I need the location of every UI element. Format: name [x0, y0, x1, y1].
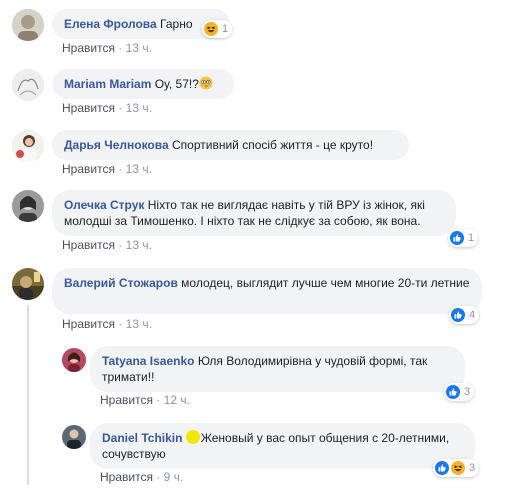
reaction-summary[interactable]: 1	[448, 229, 479, 247]
comment-actions: Нравится · 13 ч.	[62, 101, 152, 115]
reaction-summary[interactable]: 1	[202, 20, 233, 38]
reply-bubble: Tatyana Isaenko Юля Володимирівна у чудо…	[90, 346, 465, 392]
like-icon	[446, 385, 460, 399]
comment-actions: Нравится · 13 ч.	[62, 162, 152, 176]
comment-author[interactable]: Mariam Mariam	[64, 77, 151, 91]
comment-text: Спортивний спосіб життя - це круто!	[172, 138, 374, 152]
like-link[interactable]: Нравится	[100, 393, 153, 407]
comment-bubble: Олечка Струк Ніхто так не виглядає навіт…	[52, 190, 456, 236]
comment-actions: Нравится · 13 ч.	[62, 238, 152, 252]
reaction-count: 1	[222, 23, 229, 35]
comment-bubble: Дарья Челнокова Спортивний спосіб життя …	[52, 130, 409, 160]
flushed-face-icon	[199, 76, 213, 94]
comment-actions: Нравится · 13 ч.	[62, 317, 152, 331]
reply-time[interactable]: 12 ч.	[164, 393, 190, 407]
reaction-count: 1	[468, 232, 475, 244]
reply-time[interactable]: 9 ч.	[164, 470, 184, 484]
avatar[interactable]	[12, 9, 44, 41]
reply-author[interactable]: Daniel Tchikin	[102, 431, 182, 445]
reaction-count: 3	[464, 386, 471, 398]
avatar[interactable]	[12, 69, 44, 101]
avatar[interactable]	[62, 348, 86, 372]
avatar[interactable]	[12, 268, 44, 300]
comment-time[interactable]: 13 ч.	[126, 238, 152, 252]
reply-text-prefix: Ж	[200, 431, 212, 445]
haha-icon	[204, 22, 218, 36]
reaction-count: 3	[469, 462, 476, 474]
like-link[interactable]: Нравится	[100, 470, 153, 484]
like-icon	[435, 461, 449, 475]
reaction-summary[interactable]: 3	[444, 383, 475, 401]
like-link[interactable]: Нравится	[62, 162, 115, 176]
reaction-summary[interactable]: 4	[449, 306, 480, 324]
comment-text: Гарно	[160, 17, 193, 31]
like-link[interactable]: Нравится	[62, 317, 115, 331]
like-icon	[451, 308, 465, 322]
haha-icon	[451, 461, 465, 475]
avatar[interactable]	[12, 130, 44, 162]
comment-bubble: Валерий Стожаров молодец, выглядит лучше…	[52, 268, 482, 314]
reply-thread-line	[27, 305, 29, 485]
reply-bubble: Daniel Tchikin Женовый у вас опыт общени…	[90, 423, 475, 469]
like-icon	[450, 231, 464, 245]
avatar[interactable]	[62, 425, 86, 449]
like-link[interactable]: Нравится	[62, 238, 115, 252]
comment-text: Оу, 57!?	[154, 77, 199, 91]
like-link[interactable]: Нравится	[62, 41, 115, 55]
comment-time[interactable]: 13 ч.	[126, 317, 152, 331]
comment-time[interactable]: 13 ч.	[126, 162, 152, 176]
comment-bubble: Mariam Mariam Оу, 57!?	[52, 69, 234, 99]
avatar[interactable]	[12, 190, 44, 222]
comment-author[interactable]: Олечка Струк	[64, 198, 144, 212]
reply-author[interactable]: Tatyana Isaenko	[102, 354, 194, 368]
comment-author[interactable]: Дарья Челнокова	[64, 138, 169, 152]
cursor-highlight	[185, 430, 200, 444]
reaction-summary[interactable]: 3	[433, 459, 480, 477]
comment-actions: Нравится · 13 ч.	[62, 41, 152, 55]
comment-time[interactable]: 13 ч.	[126, 41, 152, 55]
like-link[interactable]: Нравится	[62, 101, 115, 115]
comment-author[interactable]: Валерий Стожаров	[64, 276, 178, 290]
reply-actions: Нравится · 12 ч.	[100, 393, 190, 407]
comment-text: молодец, выглядит лучше чем многие 20-ти…	[181, 276, 470, 290]
comment-author[interactable]: Елена Фролова	[64, 17, 157, 31]
reply-actions: Нравится · 9 ч.	[100, 470, 184, 484]
reaction-count: 4	[469, 309, 476, 321]
comment-time[interactable]: 13 ч.	[126, 101, 152, 115]
